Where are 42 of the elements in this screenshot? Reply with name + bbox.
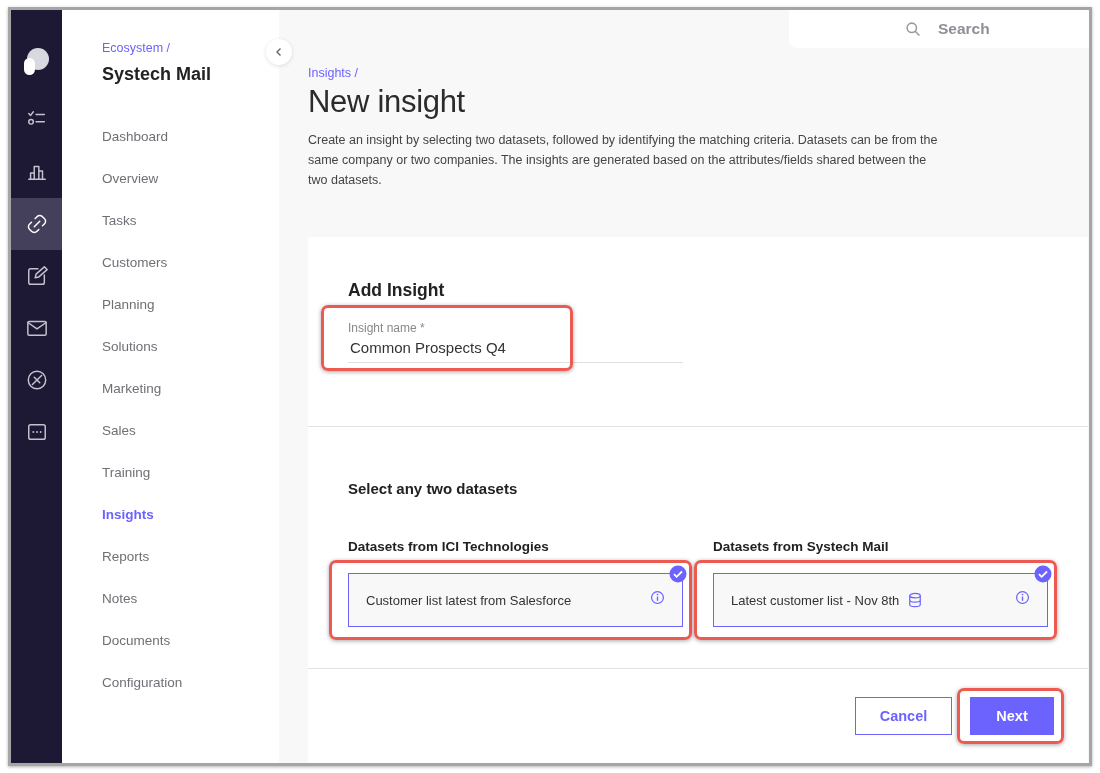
- sidebar-item[interactable]: Reports: [102, 547, 279, 567]
- section-heading: Add Insight: [348, 280, 446, 301]
- app-logo: [21, 46, 51, 76]
- sidebar-item[interactable]: Notes: [102, 589, 279, 609]
- search-input[interactable]: Search: [936, 19, 1076, 39]
- breadcrumb-link[interactable]: Insights /: [308, 66, 359, 80]
- info-icon: [1015, 589, 1030, 605]
- sidebar-item[interactable]: Insights: [102, 505, 279, 525]
- sidebar-item[interactable]: Tasks: [102, 211, 279, 231]
- dataset-name: Customer list latest from Salesforce: [366, 592, 572, 608]
- project-title: Systech Mail: [102, 64, 213, 85]
- sidebar-item[interactable]: Documents: [102, 631, 279, 651]
- sidebar-item[interactable]: Dashboard: [102, 127, 279, 147]
- breadcrumb-link[interactable]: Ecosystem /: [102, 41, 171, 55]
- link-icon: [25, 213, 48, 235]
- insight-name-field[interactable]: Insight name * Common Prospects Q4: [348, 313, 683, 363]
- more-icon: [25, 421, 48, 443]
- group-heading: Datasets from ICI Technologies: [348, 539, 550, 554]
- sidebar-item[interactable]: Configuration: [102, 673, 279, 693]
- dataset-name: Latest customer list - Nov 8th: [731, 592, 900, 608]
- field-label: Insight name *: [348, 321, 426, 335]
- page-description: Create an insight by selecting two datasets, followed by identifying the matching criteria. Datasets can be from the same company or two companies. The insights are generated based on the attributes/fields shared between the two datasets.: [308, 132, 939, 189]
- sidebar-item[interactable]: Training: [102, 463, 279, 483]
- sidebar-item[interactable]: Customers: [102, 253, 279, 273]
- dataset-option[interactable]: Customer list latest from Salesforce: [348, 573, 683, 627]
- sidebar-item[interactable]: Sales: [102, 421, 279, 441]
- info-icon: [650, 589, 665, 605]
- chevron-left-icon: [274, 47, 284, 57]
- cancel-icon: [25, 369, 48, 391]
- cancel-button[interactable]: Cancel: [855, 697, 952, 735]
- sidebar-item[interactable]: Planning: [102, 295, 279, 315]
- dataset-option[interactable]: Latest customer list - Nov 8th: [713, 573, 1048, 627]
- next-button[interactable]: Next: [970, 697, 1054, 735]
- insight-name-input[interactable]: Common Prospects Q4: [348, 335, 548, 356]
- search-icon: [905, 20, 922, 38]
- group-heading: Datasets from Systech Mail: [713, 539, 890, 554]
- sidebar-item[interactable]: Solutions: [102, 337, 279, 357]
- sidebar-item[interactable]: Marketing: [102, 379, 279, 399]
- page-title: New insight: [308, 84, 466, 120]
- sidebar-item[interactable]: Overview: [102, 169, 279, 189]
- section-heading: Select any two datasets: [348, 480, 519, 497]
- edit-icon: [25, 265, 48, 287]
